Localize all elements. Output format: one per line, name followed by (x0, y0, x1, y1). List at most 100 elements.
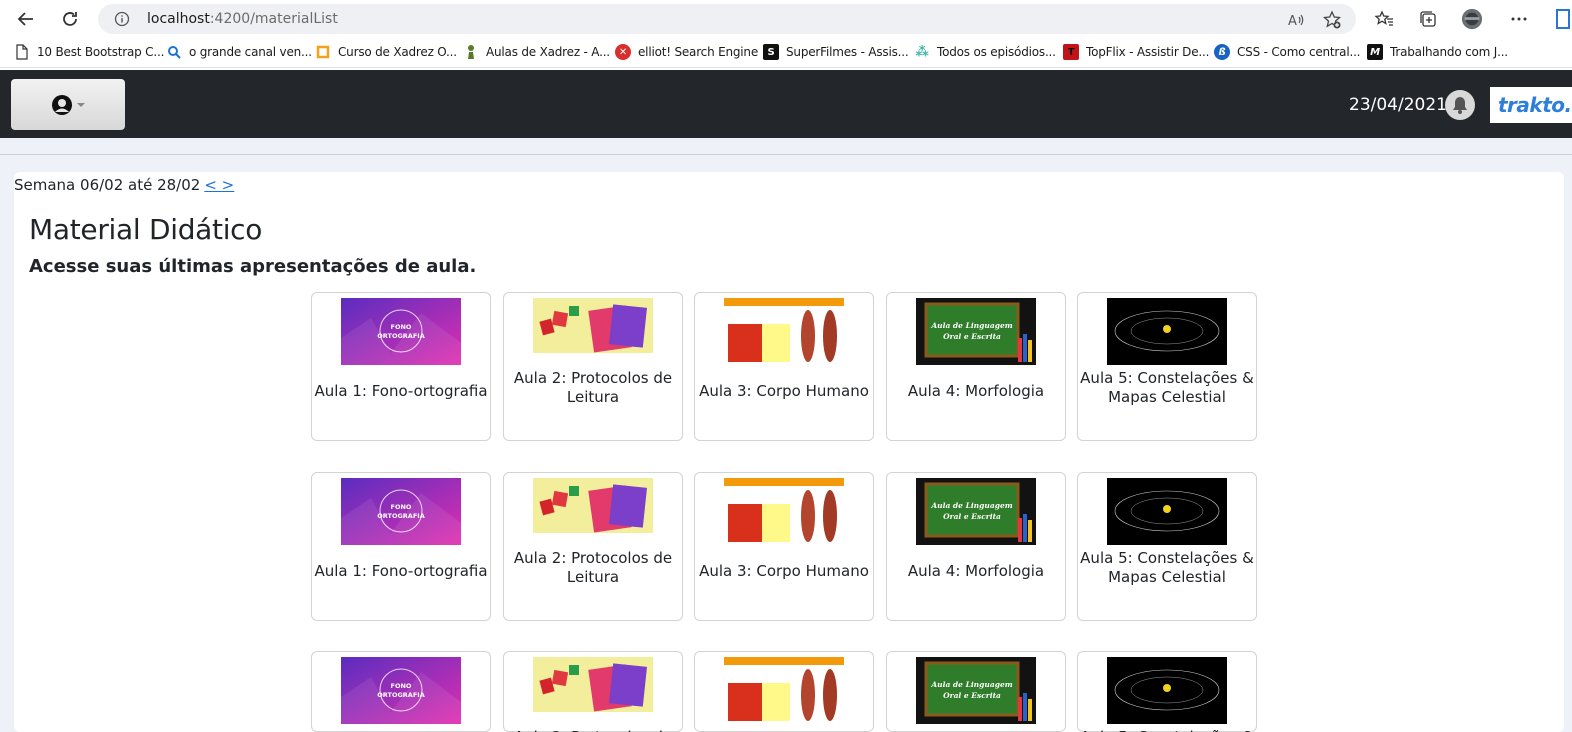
lesson-title[interactable]: Aula 3: Corpo Humano (695, 562, 873, 581)
lesson-card[interactable]: Aula 3: Corpo Humano (694, 292, 874, 441)
lesson-title[interactable]: Aula 1: Fono-ortografia (312, 382, 490, 401)
info-icon[interactable] (114, 11, 130, 27)
lesson-title[interactable]: Aula 2: Protocolos de Leitura (504, 549, 682, 587)
page-icon (14, 44, 30, 60)
user-icon (51, 94, 72, 115)
page-subtitle: Acesse suas últimas apresentações de aul… (29, 256, 477, 277)
user-menu-button[interactable] (11, 79, 125, 130)
lesson-thumbnail[interactable] (724, 478, 844, 545)
bookmark-label: o grande canal ven... (189, 45, 312, 59)
lesson-card[interactable]: Aula de LinguagemOral e Escrita Aula 4: M… (886, 292, 1066, 441)
lesson-card[interactable]: Aula 5: Constelações & Mapas Celestial (1077, 472, 1257, 621)
lesson-title[interactable]: Aula 3: Corpo Humano (695, 382, 873, 401)
bookmark-item[interactable]: o grande canal ven... (166, 43, 312, 61)
back-button[interactable] (13, 6, 39, 32)
lesson-card[interactable]: Aula 2: Protocolos de Leitura (503, 292, 683, 441)
lesson-thumbnail[interactable] (724, 657, 844, 724)
profile-avatar[interactable] (1461, 8, 1483, 30)
lesson-thumbnail[interactable]: Aula de Linguagem Oral e Escrita (916, 478, 1036, 545)
lesson-thumbnail[interactable] (1107, 478, 1227, 545)
lesson-card[interactable]: Aula 2: Protocolos de Leitura (503, 651, 683, 732)
lesson-thumbnail[interactable]: Aula de Linguagem Oral e Escrita (916, 657, 1036, 724)
lesson-thumbnail[interactable] (724, 298, 844, 365)
lesson-card[interactable]: FONOORTOGRAFIAAula 1: Fono-ortografia (311, 651, 491, 732)
bookmark-label: Curso de Xadrez O... (338, 45, 457, 59)
bookmark-item[interactable]: Curso de Xadrez O... (315, 43, 457, 61)
week-nav-link[interactable]: < > (204, 176, 234, 194)
lesson-thumbnail[interactable]: Aula de Linguagem Oral e Escrita (916, 298, 1036, 365)
back-arrow-icon (17, 12, 33, 26)
s-icon: S (763, 44, 779, 60)
bookmark-item[interactable]: S SuperFilmes - Assis... (763, 43, 909, 61)
lesson-card[interactable]: Aula 3: Corpo Humano (694, 472, 874, 621)
url-host: localhost (147, 11, 210, 27)
svg-text:A: A (1288, 14, 1297, 29)
lesson-card[interactable]: Aula 2: Protocolos de Leitura (503, 472, 683, 621)
svg-text:Aula de Linguagem: Aula de Linguagem (930, 501, 1012, 510)
bookmark-item[interactable]: ß CSS - Como central... (1214, 43, 1360, 61)
sidebar-edge-icon[interactable] (1554, 8, 1572, 30)
bookmark-label: 10 Best Bootstrap C... (37, 45, 165, 59)
lesson-thumbnail[interactable] (533, 657, 653, 724)
read-aloud-icon[interactable]: A (1286, 10, 1306, 30)
lesson-title[interactable]: Aula 2: Protocolos de Leitura (504, 728, 682, 732)
svg-text:FONO: FONO (391, 323, 412, 331)
elliot-icon: ✕ (615, 44, 631, 60)
bookmark-label: CSS - Como central... (1237, 45, 1361, 59)
favorites-icon[interactable] (1373, 8, 1395, 30)
svg-text:Oral e Escrita: Oral e Escrita (943, 691, 1001, 700)
lesson-card[interactable]: FONOORTOGRAFIA Aula 1: Fono-ortografia (311, 292, 491, 441)
svg-text:Aula de Linguagem: Aula de Linguagem (930, 680, 1012, 689)
add-favorite-icon[interactable] (1322, 10, 1342, 30)
bracket-icon (315, 44, 331, 60)
divider (0, 154, 1572, 155)
lesson-title[interactable]: Aula 5: Constelações & Mapas Celestial (1078, 369, 1256, 407)
lesson-title[interactable]: Aula 5: Constelações & Mapas Celestial (1078, 549, 1256, 587)
lesson-thumbnail[interactable] (1107, 657, 1227, 724)
lesson-thumbnail[interactable]: FONO ORTOGRAFIA (341, 657, 461, 724)
search-icon (166, 44, 182, 60)
address-bar[interactable]: localhost:4200/materialList A (98, 4, 1356, 34)
bookmark-label: SuperFilmes - Assis... (786, 45, 909, 59)
more-options-icon[interactable] (1508, 8, 1530, 30)
lesson-thumbnail[interactable] (533, 478, 653, 545)
lesson-thumbnail[interactable] (533, 298, 653, 365)
url-path: :4200/materialList (209, 11, 338, 27)
bookmark-item[interactable]: ⁂ Todos os episódios... (914, 43, 1056, 61)
lesson-thumbnail[interactable]: FONO ORTOGRAFIA (341, 298, 461, 365)
lesson-title[interactable]: Aula 1: Fono-ortografia (312, 562, 490, 581)
bookmark-item[interactable]: M Trabalhando com J... (1367, 43, 1508, 61)
svg-text:Oral e Escrita: Oral e Escrita (943, 512, 1001, 521)
lesson-card[interactable]: FONOORTOGRAFIA Aula 1: Fono-ortografia (311, 472, 491, 621)
lesson-title[interactable]: Aula 2: Protocolos de Leitura (504, 369, 682, 407)
lesson-card[interactable]: Aula 5: Constelações & Mapas Celestial (1077, 292, 1257, 441)
bookmark-item[interactable]: T TopFlix - Assistir De... (1063, 43, 1209, 61)
t-icon: T (1063, 44, 1079, 60)
lesson-title[interactable]: Aula 4: Morfologia (887, 562, 1065, 581)
b-icon: ß (1214, 44, 1230, 60)
bookmark-item[interactable]: ✕ elliot! Search Engine (615, 43, 758, 61)
brand-logo[interactable]: trakto. (1490, 87, 1572, 123)
url-text[interactable]: localhost:4200/materialList (147, 11, 338, 27)
lesson-thumbnail[interactable]: FONO ORTOGRAFIA (341, 478, 461, 545)
lesson-card[interactable]: Aula de Linguagem Oral e Escrita Aula 4: M… (886, 472, 1066, 621)
svg-text:FONO: FONO (391, 682, 412, 690)
browser-toolbar: localhost:4200/materialList A (0, 0, 1572, 36)
svg-text:ORTOGRAFIA: ORTOGRAFIA (377, 332, 424, 340)
bookmarks-bar: 10 Best Bootstrap C... o grande canal ve… (0, 36, 1572, 68)
lesson-card[interactable]: Aula 5: Constelações & Mapas Celestial (1077, 651, 1257, 732)
notification-icon[interactable] (1444, 89, 1476, 121)
bookmark-item[interactable]: 10 Best Bootstrap C... (14, 43, 164, 61)
svg-text:ORTOGRAFIA: ORTOGRAFIA (377, 691, 424, 699)
bookmark-item[interactable]: Aulas de Xadrez - A... (463, 43, 610, 61)
page-title: Material Didático (29, 213, 263, 246)
svg-text:Oral e Escrita: Oral e Escrita (943, 332, 1001, 341)
lesson-title[interactable]: Aula 4: Morfologia (887, 382, 1065, 401)
reload-button[interactable] (57, 6, 83, 32)
brand-logo-text: trakto. (1498, 93, 1572, 117)
collections-icon[interactable] (1417, 8, 1439, 30)
lesson-thumbnail[interactable] (1107, 298, 1227, 365)
lesson-card[interactable]: Aula de LinguagemOral e EscritaAula 4: M… (886, 651, 1066, 732)
lesson-title[interactable]: Aula 5: Constelações & Mapas Celestial (1078, 728, 1256, 732)
lesson-card[interactable]: Aula 3: Corpo Humano (694, 651, 874, 732)
